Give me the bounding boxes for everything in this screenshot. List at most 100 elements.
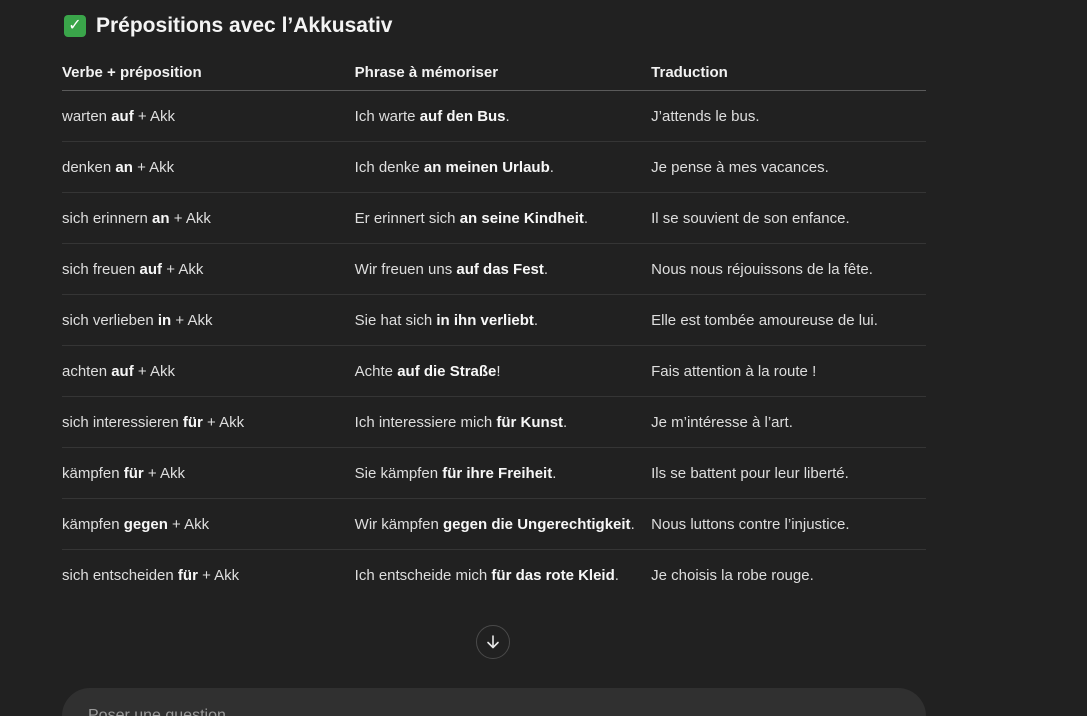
bold-segment: an: [115, 159, 133, 176]
text-segment: Ich denke: [354, 159, 424, 176]
text-segment: Ich entscheide mich: [354, 567, 492, 584]
table-row: denken an + Akk Ich denke an meinen Urlau…: [62, 141, 926, 193]
text-segment: !: [496, 363, 501, 380]
cell-translation: Nous nous réjouissons de la fête.: [651, 243, 926, 295]
text-segment: sich erinnern: [62, 210, 153, 227]
cell-phrase: Ich denke an meinen Urlaub.: [354, 141, 652, 193]
cell-translation: Elle est tombée amoureuse de lui.: [651, 294, 926, 346]
text-segment: + Akk: [171, 312, 213, 329]
cell-translation: Ils se battent pour leur liberté.: [651, 447, 926, 499]
text-segment: + Akk: [133, 363, 175, 380]
bold-segment: auf: [111, 108, 134, 125]
table-row: sich interessieren für + Akk Ich interess…: [62, 396, 926, 448]
cell-phrase: Er erinnert sich an seine Kindheit.: [354, 192, 652, 244]
cell-verb: sich entscheiden für + Akk: [62, 550, 355, 601]
text-segment: + Akk: [162, 261, 204, 278]
bold-segment: auf: [111, 363, 134, 380]
cell-verb: warten auf + Akk: [62, 90, 355, 142]
text-segment: .: [543, 261, 549, 278]
text-segment: warten: [62, 108, 112, 125]
text-segment: .: [563, 414, 568, 431]
text-segment: Sie kämpfen: [354, 465, 443, 482]
table-row: achten auf + Akk Achte auf die Straße! Fai…: [62, 345, 926, 397]
text-segment: + Akk: [197, 567, 240, 584]
cell-verb: sich erinnern an + Akk: [62, 192, 355, 244]
bold-segment: an seine Kindheit: [459, 210, 584, 227]
bold-segment: für das rote Kleid: [491, 567, 615, 584]
text-segment: Achte: [354, 363, 398, 380]
text-segment: + Akk: [202, 414, 245, 431]
message-composer: [62, 688, 926, 716]
cell-phrase: Ich entscheide mich für das rote Kleid.: [355, 550, 651, 601]
text-segment: Wir freuen uns: [354, 261, 457, 278]
table-row: warten auf + Akk Ich warte auf den Bus. J’…: [62, 90, 926, 142]
table-row: kämpfen für + Akk Sie kämpfen für ihre Fr…: [62, 447, 926, 499]
text-segment: kämpfen: [62, 516, 124, 533]
table-header-row: Verbe + préposition Phrase à mémoriser T…: [62, 54, 926, 91]
cell-phrase: Ich interessiere mich für Kunst.: [354, 396, 652, 448]
table-row: sich erinnern an + Akk Er erinnert sich a…: [62, 192, 926, 244]
message-input[interactable]: [86, 706, 690, 716]
cell-phrase: Ich warte auf den Bus.: [354, 90, 652, 142]
text-segment: sich freuen: [62, 261, 140, 278]
text-segment: sich interessieren: [62, 414, 183, 431]
cell-verb: sich interessieren für + Akk: [62, 396, 355, 448]
text-segment: .: [614, 567, 619, 584]
text-segment: .: [552, 465, 557, 482]
cell-phrase: Wir freuen uns auf das Fest.: [354, 243, 652, 295]
text-segment: .: [549, 159, 554, 176]
text-segment: .: [505, 108, 510, 125]
cell-verb: sich verlieben in + Akk: [62, 294, 355, 346]
cell-verb: sich freuen auf + Akk: [62, 243, 355, 295]
bold-segment: auf: [139, 261, 163, 278]
text-segment: sich entscheiden: [62, 567, 178, 584]
bold-segment: in: [157, 312, 172, 329]
arrow-down-icon: [487, 635, 499, 649]
text-segment: denken: [62, 159, 116, 176]
cell-translation: Nous luttons contre l’injustice.: [651, 498, 926, 550]
header-verb: Verbe + préposition: [62, 54, 355, 91]
cell-phrase: Sie hat sich in ihn verliebt.: [354, 294, 652, 346]
text-segment: achten: [62, 363, 112, 380]
table-row: sich verlieben in + Akk Sie hat sich in i…: [62, 294, 926, 346]
cell-phrase: Wir kämpfen gegen die Ungerechtigkeit.: [354, 498, 652, 550]
table-row: kämpfen gegen + Akk Wir kämpfen gegen die…: [62, 498, 926, 550]
cell-verb: achten auf + Akk: [62, 345, 355, 397]
bold-segment: auf den Bus: [419, 108, 506, 125]
cell-translation: Il se souvient de son enfance.: [651, 192, 926, 244]
cell-verb: kämpfen gegen + Akk: [62, 498, 355, 550]
cell-translation: Je m’intéresse à l’art.: [651, 396, 926, 448]
cell-translation: Je choisis la robe rouge.: [651, 567, 814, 584]
cell-phrase: Sie kämpfen für ihre Freiheit.: [354, 447, 652, 499]
cell-translation: Fais attention à la route !: [651, 345, 926, 397]
bold-segment: an: [152, 210, 170, 227]
text-segment: + Akk: [169, 210, 211, 227]
cell-phrase: Achte auf die Straße!: [354, 345, 652, 397]
bold-segment: auf die Straße: [397, 363, 497, 380]
text-segment: Er erinnert sich: [354, 210, 460, 227]
cell-verb: denken an + Akk: [62, 141, 355, 193]
bold-segment: für: [123, 465, 144, 482]
table-row: sich entscheiden für + Akk Ich entscheide…: [62, 550, 926, 601]
bold-segment: für: [182, 414, 203, 431]
text-segment: Wir kämpfen: [354, 516, 444, 533]
scroll-down-button[interactable]: [476, 625, 510, 659]
text-segment: .: [630, 516, 635, 533]
text-segment: Ich interessiere mich: [354, 414, 497, 431]
text-segment: .: [583, 210, 589, 227]
prepositions-table: Verbe + préposition Phrase à mémoriser T…: [62, 54, 926, 600]
section-title: Prépositions avec l’Akkusativ: [96, 14, 393, 37]
cell-translation: Je pense à mes vacances.: [651, 141, 926, 193]
bold-segment: an meinen Urlaub: [423, 159, 550, 176]
chat-page: ✓ Prépositions avec l’Akkusativ Verbe + …: [0, 0, 1087, 716]
bold-segment: für: [177, 567, 198, 584]
header-translation: Traduction: [651, 54, 926, 91]
text-segment: .: [533, 312, 539, 329]
section-heading: ✓ Prépositions avec l’Akkusativ: [64, 14, 392, 38]
bold-segment: für ihre Freiheit: [442, 465, 553, 482]
header-phrase: Phrase à mémoriser: [354, 54, 652, 91]
text-segment: Sie hat sich: [354, 312, 437, 329]
bold-segment: gegen: [123, 516, 168, 533]
bold-segment: auf das Fest: [456, 261, 544, 278]
bold-segment: in ihn verliebt: [436, 312, 534, 329]
